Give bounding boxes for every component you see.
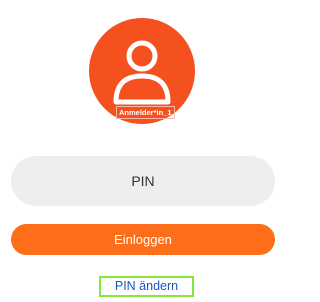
avatar: Anmelder*in_1 (89, 18, 195, 124)
pin-input[interactable] (11, 156, 275, 206)
change-pin-link[interactable]: PIN ändern (99, 276, 194, 297)
login-screen: Anmelder*in_1 Einloggen PIN ändern (0, 0, 286, 302)
login-button[interactable]: Einloggen (11, 224, 275, 255)
user-name-label: Anmelder*in_1 (116, 106, 175, 119)
